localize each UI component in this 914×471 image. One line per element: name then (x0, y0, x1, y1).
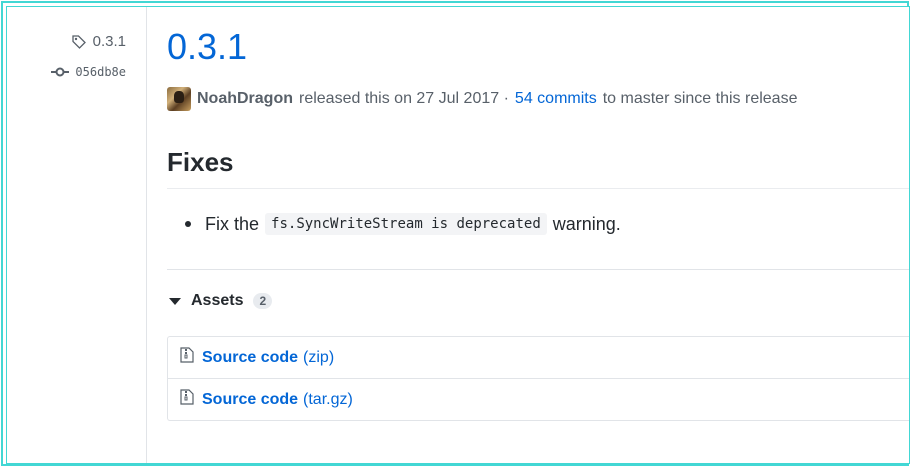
tag-link[interactable]: 0.3.1 (71, 33, 126, 50)
list-item-suffix: warning. (552, 213, 621, 234)
assets-toggle[interactable]: Assets 2 (169, 292, 273, 310)
released-text: released this on 27 Jul 2017 · (299, 90, 509, 107)
release-panel: 0.3.1 056db8e 0.3.1 NoahDragon released … (6, 6, 910, 464)
triangle-down-icon (169, 297, 181, 305)
avatar[interactable] (167, 87, 191, 111)
asset-item-zip[interactable]: Source code (zip) (168, 337, 909, 378)
bullet-icon (185, 221, 191, 227)
asset-label: Source code (202, 390, 299, 408)
tag-name: 0.3.1 (92, 33, 126, 50)
file-zip-icon (180, 347, 194, 368)
commits-link[interactable]: 54 commits (515, 90, 597, 108)
assets-count-badge: 2 (253, 293, 273, 309)
release-title[interactable]: 0.3.1 (167, 29, 247, 65)
asset-label: Source code (202, 348, 299, 366)
list-item-prefix: Fix the (205, 213, 260, 234)
release-main: 0.3.1 NoahDragon released this on 27 Jul… (167, 7, 909, 463)
notes-heading: Fixes (167, 147, 234, 177)
commit-link[interactable]: 056db8e (51, 65, 126, 79)
release-sidebar: 0.3.1 056db8e (7, 7, 147, 463)
asset-item-targz[interactable]: Source code (tar.gz) (168, 378, 909, 420)
since-text: to master since this release (602, 90, 798, 107)
asset-format: (tar.gz) (303, 390, 353, 408)
author-link[interactable]: NoahDragon (197, 90, 293, 108)
tag-icon (71, 34, 87, 50)
commit-sha: 056db8e (75, 65, 126, 79)
assets-list: Source code (zip) Source code (tar.gz) (167, 336, 909, 421)
divider (167, 269, 909, 270)
list-item: Fix the fs.SyncWriteStream is deprecated… (185, 213, 621, 235)
asset-format: (zip) (303, 348, 335, 366)
divider (167, 188, 909, 189)
file-zip-icon (180, 389, 194, 410)
git-commit-icon (51, 66, 70, 78)
release-meta: NoahDragon released this on 27 Jul 2017 … (167, 87, 797, 111)
inline-code: fs.SyncWriteStream is deprecated (265, 213, 547, 235)
assets-heading: Assets (191, 292, 244, 309)
